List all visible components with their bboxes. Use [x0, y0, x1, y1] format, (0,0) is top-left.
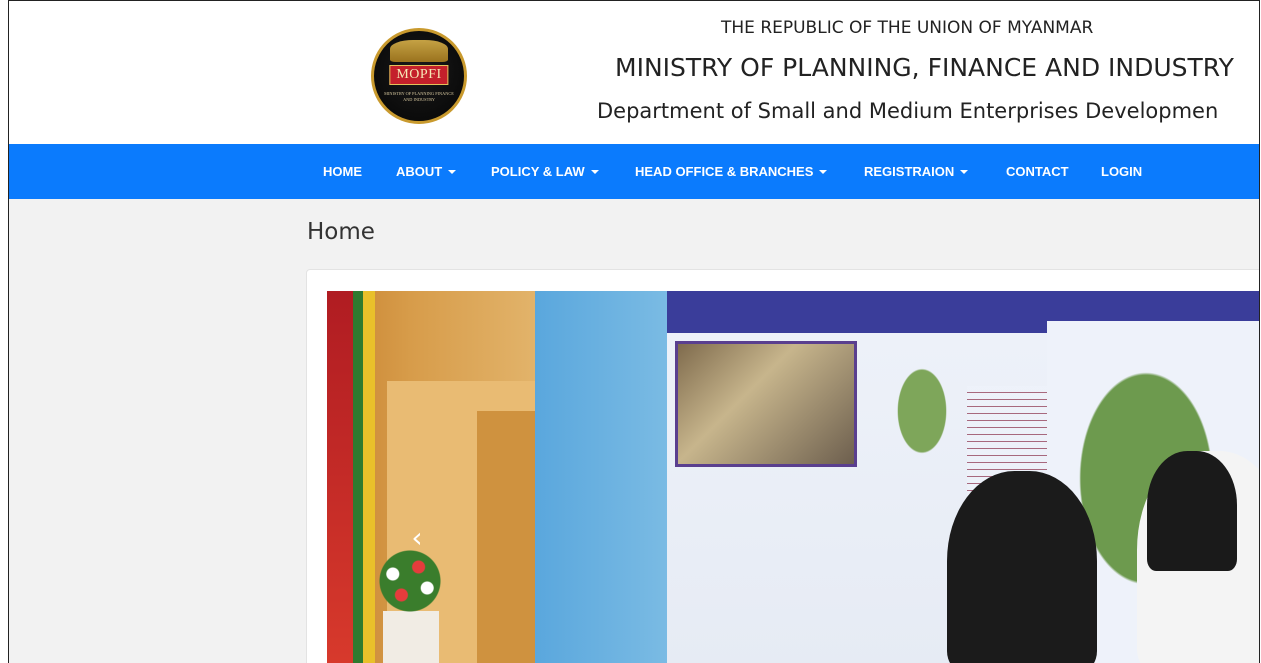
visitor-figure-hair	[1147, 451, 1237, 571]
nav-policy-law-label: POLICY & LAW	[491, 164, 585, 179]
booth-photo-panel	[675, 341, 857, 467]
logo-emblem-text: MOPFI	[389, 65, 449, 85]
main-content: Home ‹	[9, 199, 1259, 663]
chevron-down-icon	[819, 170, 828, 174]
flower-bouquet	[367, 546, 453, 616]
nav-policy-law[interactable]: POLICY & LAW	[491, 144, 599, 199]
nav-home[interactable]: HOME	[323, 144, 362, 199]
visitor-figure	[947, 471, 1097, 663]
flag-stripe-yellow	[363, 291, 375, 663]
booth-map-small	[887, 351, 957, 471]
header-department: Department of Small and Medium Enterpris…	[597, 99, 1219, 123]
nav-registration[interactable]: REGISTRAION	[864, 144, 969, 199]
chevron-down-icon	[960, 170, 969, 174]
logo-seal	[390, 40, 448, 62]
browser-frame: MOPFI MINISTRY OF PLANNING FINANCE AND I…	[8, 0, 1260, 663]
image-carousel[interactable]: ‹	[327, 291, 1259, 663]
header-country: THE REPUBLIC OF THE UNION OF MYANMAR	[721, 18, 1094, 38]
logo-caption: MINISTRY OF PLANNING FINANCE AND INDUSTR…	[384, 91, 454, 102]
header-ministry: MINISTRY OF PLANNING, FINANCE AND INDUST…	[615, 53, 1234, 82]
flag-stripe-green	[353, 291, 363, 663]
nav-about-label: ABOUT	[396, 164, 443, 179]
main-navbar: HOME ABOUT POLICY & LAW HEAD OFFICE & BR…	[9, 144, 1259, 199]
slide-wall-blue	[535, 291, 675, 663]
chevron-down-icon	[448, 170, 457, 174]
ministry-logo[interactable]: MOPFI MINISTRY OF PLANNING FINANCE AND I…	[371, 28, 467, 124]
site-header: MOPFI MINISTRY OF PLANNING FINANCE AND I…	[9, 1, 1259, 143]
slide-photo-booth	[667, 291, 1259, 663]
nav-registration-label: REGISTRAION	[864, 164, 955, 179]
chevron-down-icon	[590, 170, 599, 174]
flower-vase	[383, 611, 439, 663]
wall-shadow	[477, 411, 535, 663]
nav-about[interactable]: ABOUT	[396, 144, 457, 199]
nav-head-office[interactable]: HEAD OFFICE & BRANCHES	[635, 144, 828, 199]
carousel-card: ‹	[306, 269, 1259, 663]
nav-contact-label: CONTACT	[1006, 164, 1069, 179]
nav-contact[interactable]: CONTACT	[1006, 144, 1069, 199]
nav-login-label: LOGIN	[1101, 164, 1143, 179]
carousel-prev-icon[interactable]: ‹	[405, 523, 429, 553]
page-title: Home	[307, 219, 375, 245]
nav-home-label: HOME	[323, 164, 362, 179]
slide-photo-hall	[327, 291, 535, 663]
nav-head-office-label: HEAD OFFICE & BRANCHES	[635, 164, 814, 179]
flag-stripe-red	[327, 291, 353, 663]
nav-login[interactable]: LOGIN	[1101, 144, 1142, 199]
